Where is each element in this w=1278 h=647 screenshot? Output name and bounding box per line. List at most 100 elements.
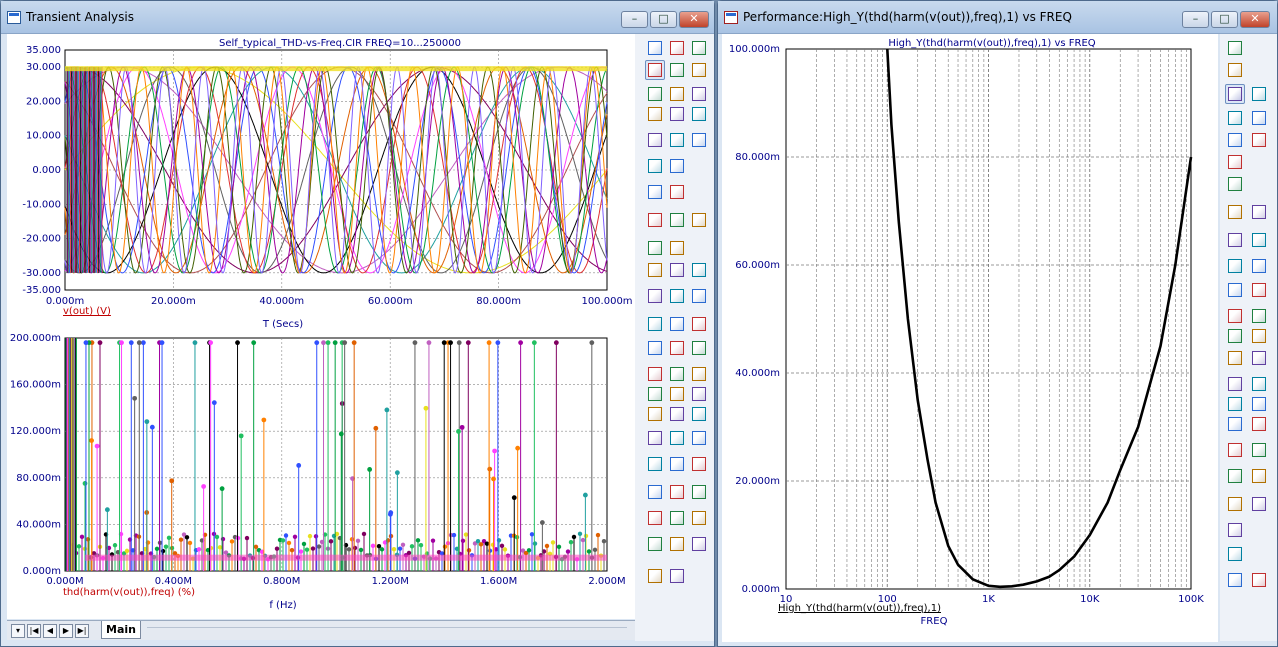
toolbar-zoom-fit-2-button[interactable] [689, 84, 709, 104]
perf-toolbar-13-0-button[interactable] [1225, 348, 1245, 368]
toolbar-tools-1-button[interactable] [667, 130, 687, 150]
toolbar-zoom-fit-0-button[interactable] [645, 84, 665, 104]
transient-plots-svg[interactable]: Self_typical_THD-vs-Freq.CIR FREQ=10...2… [7, 34, 635, 619]
toolbar-zoom-in-2-button[interactable] [689, 508, 709, 528]
toolbar-text-0-button[interactable] [645, 156, 665, 176]
perf-toolbar-17-1-button[interactable] [1249, 440, 1269, 460]
perf-toolbar-12-0-button[interactable] [1225, 326, 1245, 346]
performance-window[interactable]: Performance:High_Y(thd(harm(v(out)),freq… [717, 0, 1278, 647]
toolbar-tools-2-button[interactable] [689, 130, 709, 150]
toolbar-meas-1-button[interactable] [667, 404, 687, 424]
toolbar-select-1-button[interactable] [667, 38, 687, 58]
toolbar-select-2-button[interactable] [689, 38, 709, 58]
toolbar-select-0-button[interactable] [645, 38, 665, 58]
perf-restore-button[interactable]: □ [1211, 11, 1238, 28]
tab-next-button[interactable]: ▶ [59, 624, 73, 638]
perf-toolbar-19-1-button[interactable] [1249, 494, 1269, 514]
perf-toolbar-16-0-button[interactable] [1225, 414, 1245, 434]
toolbar-window-0-button[interactable] [645, 238, 665, 258]
transient-titlebar[interactable]: Transient Analysis – □ ✕ [1, 1, 714, 34]
toolbar-format-1-button[interactable] [667, 428, 687, 448]
toolbar-grid-0-button[interactable] [645, 286, 665, 306]
toolbar-window-1-button[interactable] [667, 238, 687, 258]
perf-toolbar-8-1-button[interactable] [1249, 230, 1269, 250]
transient-analysis-window[interactable]: Transient Analysis – □ ✕ Self_typical_TH… [0, 0, 715, 647]
toolbar-meas-0-button[interactable] [645, 404, 665, 424]
toolbar-label-2-button[interactable] [689, 482, 709, 502]
toolbar-scale-1-button[interactable] [667, 104, 687, 124]
perf-toolbar-3-1-button[interactable] [1249, 108, 1269, 128]
toolbar-format-2-button[interactable] [689, 428, 709, 448]
transient-toolbar[interactable] [635, 34, 714, 641]
toolbar-palette-1-button[interactable] [667, 566, 687, 586]
toolbar-meas-2-button[interactable] [689, 404, 709, 424]
toolbar-grid-1-button[interactable] [667, 286, 687, 306]
tab-main[interactable]: Main [101, 621, 141, 639]
toolbar-zoom-in-0-button[interactable] [645, 508, 665, 528]
performance-plot-ylabel[interactable]: High_Y(thd(harm(v(out)),freq),1) [778, 603, 941, 614]
tab-first-button[interactable]: |◀ [27, 624, 41, 638]
toolbar-cursor-0-button[interactable] [645, 210, 665, 230]
tab-prev-button[interactable]: ◀ [43, 624, 57, 638]
toolbar-cursor-mode-0-button[interactable] [645, 314, 665, 334]
performance-plot-svg[interactable]: High_Y(thd(harm(v(out)),freq),1) vs FREQ… [722, 34, 1218, 642]
toolbar-layout-1-button[interactable] [667, 260, 687, 280]
perf-toolbar-18-0-button[interactable] [1225, 466, 1245, 486]
perf-minimize-button[interactable]: – [1182, 11, 1209, 28]
toolbar-layout-0-button[interactable] [645, 260, 665, 280]
toolbar-palette-0-button[interactable] [645, 566, 665, 586]
toolbar-cursor-mode-1-button[interactable] [667, 314, 687, 334]
toolbar-grid-2-button[interactable] [689, 286, 709, 306]
perf-toolbar-3-0-button[interactable] [1225, 108, 1245, 128]
toolbar-zoom-in-1-button[interactable] [667, 508, 687, 528]
time-domain-plot[interactable]: Self_typical_THD-vs-Freq.CIR FREQ=10...2… [22, 38, 632, 330]
perf-toolbar-4-1-button[interactable] [1249, 130, 1269, 150]
toolbar-slope-1-button[interactable] [667, 384, 687, 404]
minimize-button[interactable]: – [621, 11, 648, 28]
perf-toolbar-2-0-button[interactable] [1225, 84, 1245, 104]
perf-toolbar-7-1-button[interactable] [1249, 202, 1269, 222]
toolbar-marker-2-button[interactable] [689, 338, 709, 358]
toolbar-cursor-2-button[interactable] [689, 210, 709, 230]
harmonics-plot-ylabel[interactable]: thd(harm(v(out)),freq) (%) [63, 587, 195, 598]
maximize-button[interactable]: □ [650, 11, 677, 28]
perf-toolbar-11-1-button[interactable] [1249, 306, 1269, 326]
toolbar-marker-0-button[interactable] [645, 338, 665, 358]
toolbar-tools-0-button[interactable] [645, 130, 665, 150]
time-plot-ylabel[interactable]: v(out) (V) [63, 306, 111, 317]
perf-toolbar-22-1-button[interactable] [1249, 570, 1269, 590]
perf-toolbar-10-1-button[interactable] [1249, 280, 1269, 300]
toolbar-zoom-area-1-button[interactable] [667, 60, 687, 80]
perf-toolbar-14-0-button[interactable] [1225, 374, 1245, 394]
toolbar-cursor-1-button[interactable] [667, 210, 687, 230]
toolbar-zoom-fit-1-button[interactable] [667, 84, 687, 104]
toolbar-peak-1-button[interactable] [667, 364, 687, 384]
toolbar-zoom-area-2-button[interactable] [689, 60, 709, 80]
toolbar-peak-2-button[interactable] [689, 364, 709, 384]
perf-toolbar-15-1-button[interactable] [1249, 394, 1269, 414]
toolbar-pan-2-button[interactable] [689, 534, 709, 554]
perf-toolbar-1-0-button[interactable] [1225, 60, 1245, 80]
toolbar-layout-2-button[interactable] [689, 260, 709, 280]
perf-toolbar-13-1-button[interactable] [1249, 348, 1269, 368]
perf-toolbar-0-0-button[interactable] [1225, 38, 1245, 58]
perf-toolbar-10-0-button[interactable] [1225, 280, 1245, 300]
sheet-tab-bar[interactable]: ▾ |◀ ◀ ▶ ▶| Main [7, 620, 635, 640]
performance-titlebar[interactable]: Performance:High_Y(thd(harm(v(out)),freq… [718, 1, 1277, 34]
horizontal-scrollbar[interactable] [147, 627, 627, 635]
tab-last-button[interactable]: ▶| [75, 624, 89, 638]
toolbar-slope-2-button[interactable] [689, 384, 709, 404]
toolbar-slope-0-button[interactable] [645, 384, 665, 404]
perf-toolbar-18-1-button[interactable] [1249, 466, 1269, 486]
toolbar-pan-0-button[interactable] [645, 534, 665, 554]
perf-toolbar-20-0-button[interactable] [1225, 520, 1245, 540]
toolbar-marker-1-button[interactable] [667, 338, 687, 358]
perf-toolbar-14-1-button[interactable] [1249, 374, 1269, 394]
performance-plot-area[interactable]: High_Y(thd(harm(v(out)),freq),1) vs FREQ… [722, 34, 1218, 642]
toolbar-cursor-mode-2-button[interactable] [689, 314, 709, 334]
perf-toolbar-5-0-button[interactable] [1225, 152, 1245, 172]
perf-toolbar-22-0-button[interactable] [1225, 570, 1245, 590]
toolbar-label-1-button[interactable] [667, 482, 687, 502]
perf-toolbar-4-0-button[interactable] [1225, 130, 1245, 150]
perf-toolbar-11-0-button[interactable] [1225, 306, 1245, 326]
